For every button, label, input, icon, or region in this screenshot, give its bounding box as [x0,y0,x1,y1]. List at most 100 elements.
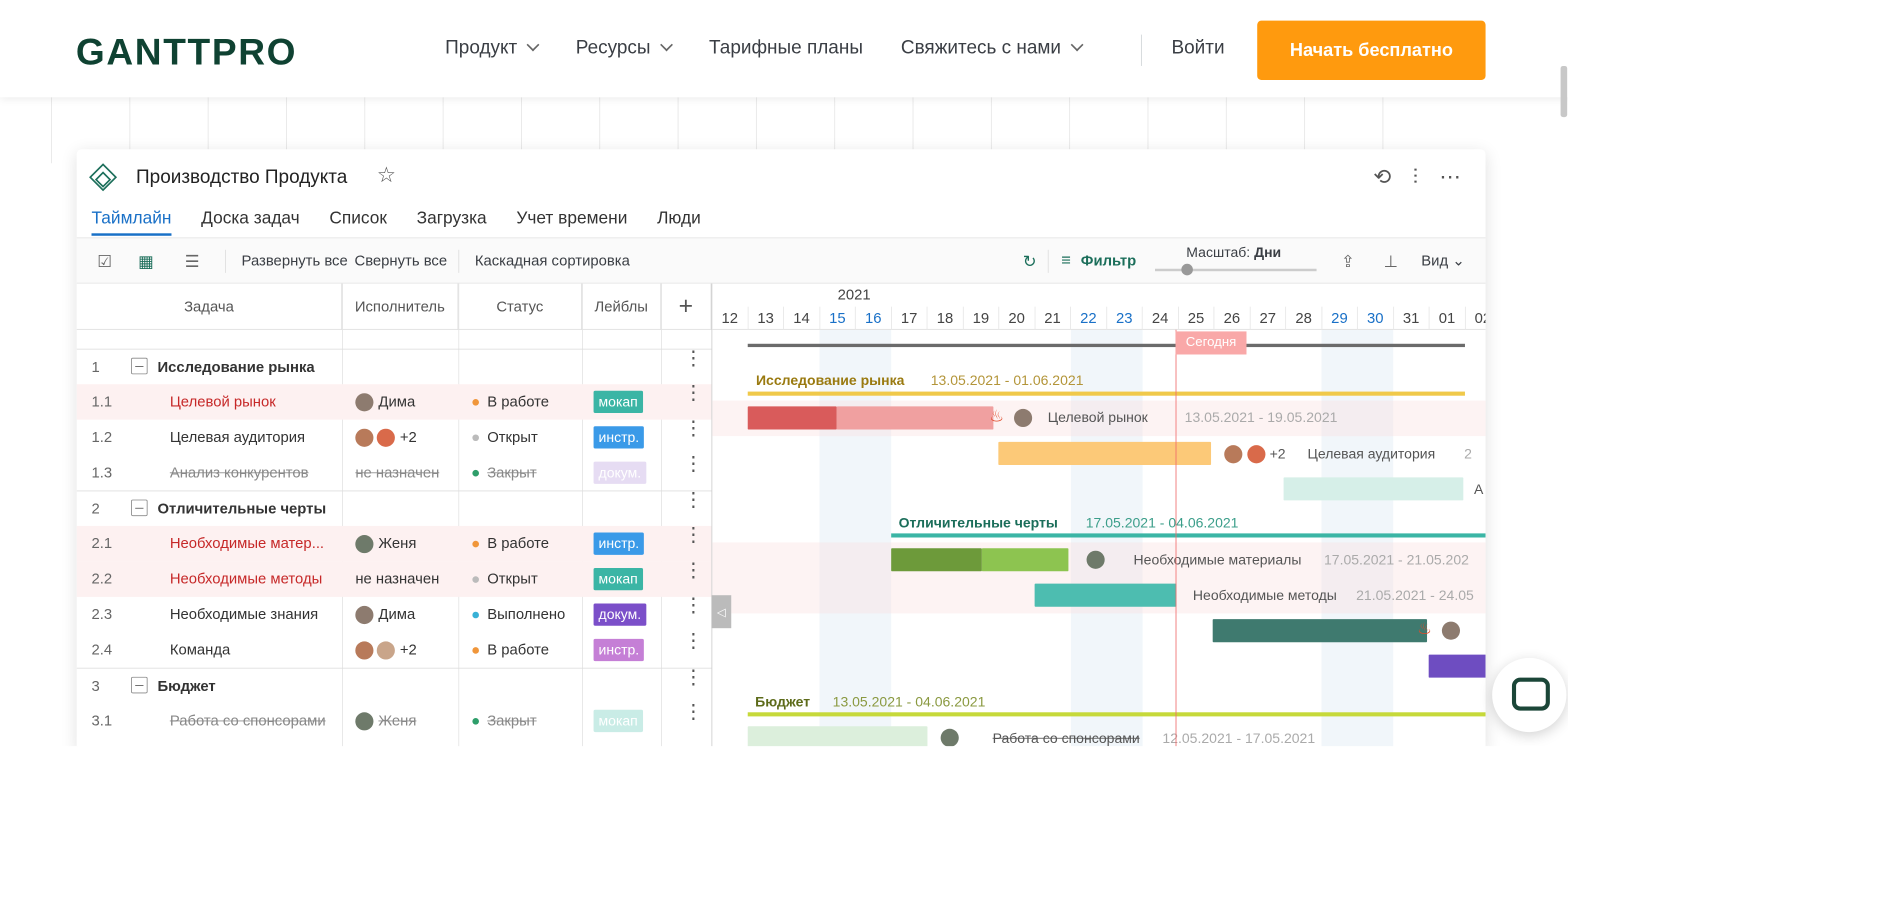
row-menu-icon[interactable]: ⋮ [683,490,703,510]
collapse-toggle-icon[interactable] [131,357,148,375]
status[interactable]: Закрыт [472,464,537,481]
assignee[interactable]: не назначен [355,464,439,481]
tab-list[interactable]: Список [329,209,387,236]
status[interactable]: Выполнено [472,606,565,623]
hierarchy-icon[interactable]: ☰ [181,251,204,271]
label-badge[interactable]: мокап [593,390,643,414]
assignee[interactable]: Женя [355,712,416,731]
label-badge[interactable]: мокап [593,709,643,733]
label-badge[interactable]: докум. [593,461,647,484]
table-row[interactable]: 1.2 Целевая аудитория +2 Открыт инстр. ⋮ [77,418,712,455]
baseline-icon[interactable]: ⊥ [1379,251,1402,271]
task-name[interactable]: Анализ конкурентов [170,464,309,481]
assignee[interactable]: не назначен [355,570,439,587]
task-name[interactable]: Необходимые матер... [170,535,324,552]
col-assignee[interactable]: Исполнитель [342,283,459,330]
status[interactable]: В работе [472,393,549,410]
task-bar[interactable] [836,406,994,430]
task-bar[interactable] [998,441,1212,465]
task-name[interactable]: Отличительные черты [157,500,326,517]
row-menu-icon[interactable]: ⋮ [683,418,703,438]
start-free-button[interactable]: Начать бесплатно [1257,20,1486,80]
task-list-icon[interactable]: ☑ [93,251,116,271]
page-scrollbar[interactable] [1560,65,1568,118]
collapse-grid-handle[interactable]: ◁ [711,595,732,629]
tab-time-tracking[interactable]: Учет времени [516,209,627,236]
col-task[interactable]: Задача [77,283,343,330]
history-icon[interactable]: ⟲ [1373,164,1391,190]
star-icon[interactable]: ☆ [377,162,396,188]
collapse-toggle-icon[interactable] [131,676,148,694]
refresh-icon[interactable]: ↻ [1018,251,1041,271]
task-bar[interactable] [1428,654,1486,678]
row-menu-icon[interactable]: ⋮ [683,348,703,368]
login-link[interactable]: Войти [1171,36,1224,58]
task-bar-progress[interactable] [891,548,982,572]
task-name[interactable]: Необходимые методы [170,570,322,587]
assignee[interactable]: +2 [355,641,417,660]
export-icon[interactable]: ⇪ [1336,251,1359,271]
table-row[interactable]: 3.1 Работа со спонсорами Женя Закрыт мок… [77,702,712,738]
table-row[interactable]: 2 Отличительные черты ⋮ [76,490,712,526]
table-row[interactable]: 1.1 Целевой рынок Дима В работе мокап ⋮ [76,383,712,420]
settings-sliders-icon[interactable]: ⫶ [1413,164,1418,190]
status[interactable]: В работе [472,535,549,552]
view-dropdown[interactable]: Вид ⌄ [1421,252,1464,269]
table-row[interactable]: 2.4 Команда +2 В работе инстр. ⋮ [77,631,712,667]
group-bar[interactable] [747,712,1486,717]
table-row[interactable]: 1 Исследование рынка ⋮ [76,348,712,384]
assignee[interactable]: Дима [355,393,415,412]
table-row[interactable]: 2.3 Необходимые знания Дима Выполнено до… [77,596,712,632]
task-bar[interactable] [981,548,1069,572]
tab-people[interactable]: Люди [657,209,701,236]
group-bar[interactable] [747,391,1465,396]
row-menu-icon[interactable]: ⋮ [683,525,703,545]
col-status[interactable]: Статус [458,283,583,330]
chat-widget-button[interactable] [1492,657,1567,733]
task-name[interactable]: Работа со спонсорами [170,712,326,729]
tab-board[interactable]: Доска задач [201,209,300,236]
status[interactable]: Открыт [472,429,538,446]
status[interactable]: В работе [472,641,549,658]
table-row[interactable]: 3 Бюджет ⋮ [76,667,712,703]
label-badge[interactable]: инстр. [593,638,645,662]
more-icon[interactable]: ⋯ [1439,164,1460,190]
nav-pricing[interactable]: Тарифные планы [709,36,863,58]
table-row[interactable]: 2.1 Необходимые матер... Женя В работе и… [76,525,712,562]
row-menu-icon[interactable]: ⋮ [683,596,703,616]
label-badge[interactable]: докум. [593,603,647,626]
task-bar[interactable] [1212,619,1428,643]
calendar-icon[interactable]: ▦ [134,251,157,271]
row-menu-icon[interactable]: ⋮ [683,702,703,722]
nav-resources[interactable]: Ресурсы [576,36,674,58]
task-name[interactable]: Целевой рынок [170,393,276,410]
col-labels[interactable]: Лейблы [582,283,662,330]
filter-button[interactable]: Фильтр [1081,252,1136,269]
row-menu-icon[interactable]: ⋮ [683,631,703,651]
task-name[interactable]: Команда [170,641,230,658]
label-badge[interactable]: инстр. [593,426,645,449]
table-row[interactable]: 2.2 Необходимые методы не назначен Откры… [76,560,712,597]
tab-timeline[interactable]: Таймлайн [91,209,172,236]
task-bar[interactable] [747,726,928,747]
filter-icon[interactable]: ≡ [1054,251,1077,271]
collapse-toggle-icon[interactable] [131,499,148,517]
task-name[interactable]: Необходимые знания [170,606,318,623]
status[interactable]: Открыт [472,570,538,587]
task-bar-progress[interactable] [747,406,837,430]
nav-contact[interactable]: Свяжитесь с нами [901,36,1084,58]
nav-product[interactable]: Продукт [445,36,540,58]
task-bar[interactable] [1283,477,1464,501]
task-name[interactable]: Целевая аудитория [170,429,305,446]
table-row[interactable]: 1.3 Анализ конкурентов не назначен Закры… [77,454,712,490]
task-name[interactable]: Исследование рынка [157,359,314,376]
collapse-all-button[interactable]: Свернуть все [354,252,447,269]
status[interactable]: Закрыт [472,712,537,729]
task-name[interactable]: Бюджет [157,678,215,695]
label-badge[interactable]: инстр. [593,532,645,555]
assignee[interactable]: +2 [355,429,417,448]
scale-slider-handle[interactable] [1181,263,1193,276]
cascade-sort-button[interactable]: Каскадная сортировка [475,252,630,269]
group-bar[interactable] [891,533,1486,538]
assignee[interactable]: Женя [355,535,416,554]
